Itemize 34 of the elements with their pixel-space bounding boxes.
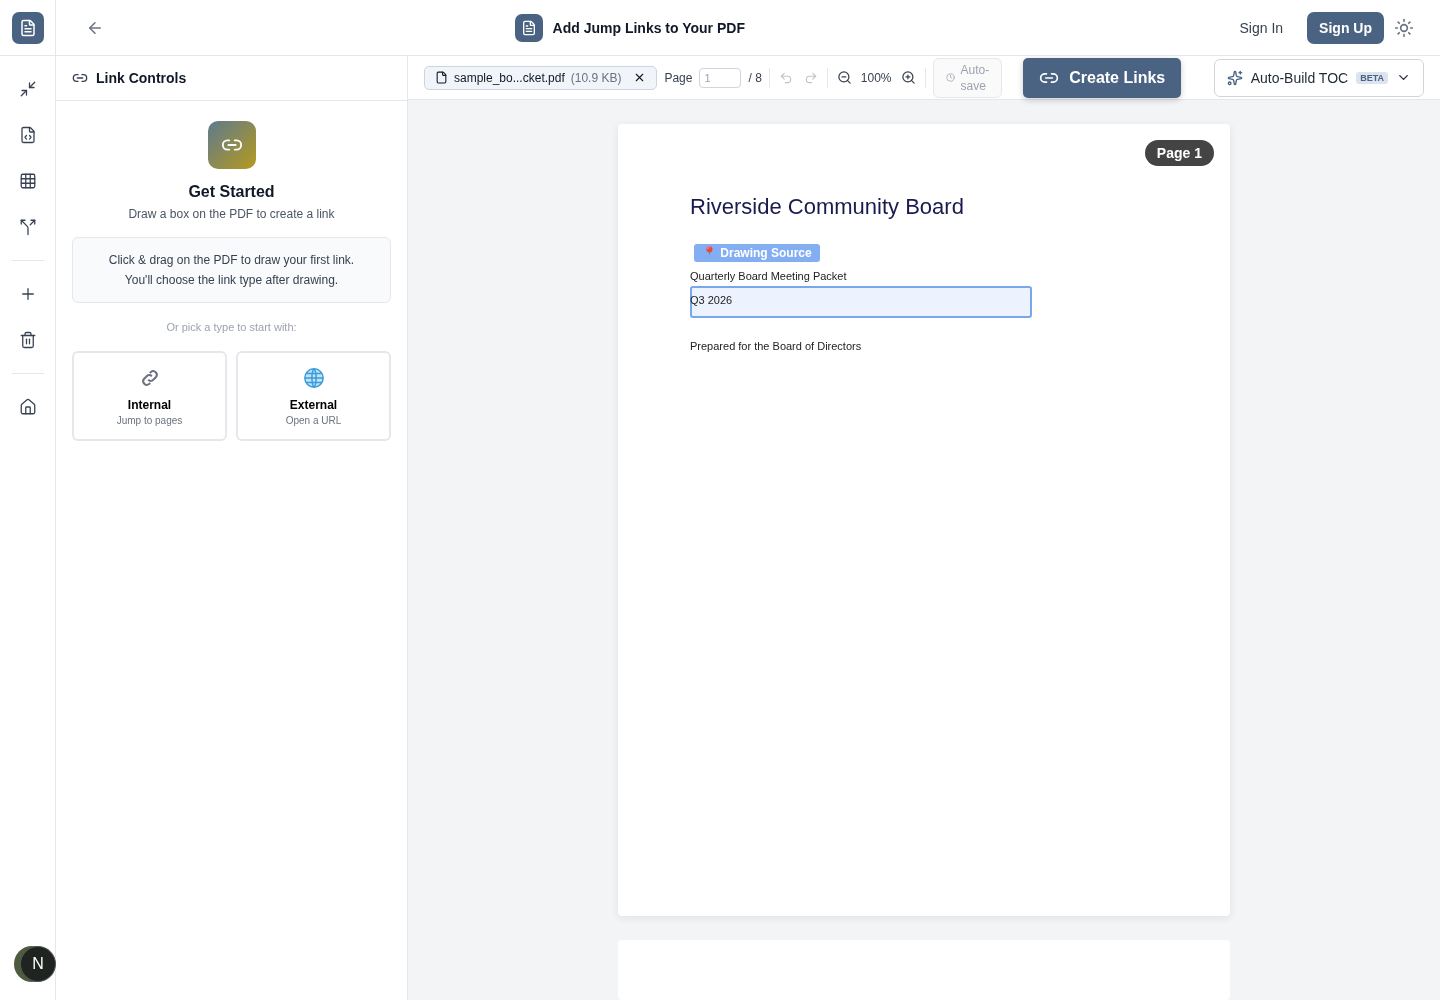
clock-icon <box>945 73 955 82</box>
zoom-level: 100% <box>860 70 892 85</box>
drawing-source-label: 📍 Drawing Source <box>694 244 820 262</box>
link-type-card[interactable]: External Open a URL <box>236 351 391 441</box>
document-title: Riverside Community Board <box>690 194 965 220</box>
page-total: / 8 <box>748 70 762 85</box>
document-text: Q3 2026 <box>690 294 734 306</box>
page-label: Page <box>664 70 693 85</box>
globe-icon <box>302 366 325 389</box>
file-chip[interactable]: sample_bo...cket.pdf (10.9 KB) <box>424 65 658 90</box>
pick-type-label: Or pick a type to start with: <box>166 321 297 333</box>
file-size: (10.9 KB) <box>570 70 622 85</box>
panel-title: Link Controls <box>96 70 187 86</box>
beta-badge: BETA <box>1356 71 1388 84</box>
link-tile-icon <box>207 121 256 169</box>
get-started-heading: Get Started <box>188 183 275 201</box>
sign-in-button[interactable]: Sign In <box>1233 18 1290 37</box>
document-text: Prepared for the Board of Directors <box>690 340 863 352</box>
create-links-button[interactable]: Create Links <box>1023 57 1182 98</box>
hint-text: Click & drag on the PDF to draw your first link. <box>107 252 356 269</box>
get-started-subtitle: Draw a box on the PDF to create a link <box>128 207 335 221</box>
document-text: Quarterly Board Meeting Packet <box>690 270 848 282</box>
link-type-card[interactable]: Internal Jump to pages <box>72 351 227 441</box>
hint-text: You'll choose the link type after drawing. <box>123 272 340 289</box>
app-logo[interactable] <box>11 11 44 44</box>
document-icon <box>514 13 543 42</box>
sparkles-icon <box>1226 69 1243 86</box>
page-title: Add Jump Links to Your PDF <box>552 19 745 36</box>
auto-build-toc-button[interactable]: Auto-Build TOC BETA <box>1213 58 1424 97</box>
page-badge: Page 1 <box>1144 140 1214 166</box>
file-name: sample_bo...cket.pdf <box>454 70 565 85</box>
file-icon <box>435 71 448 84</box>
pdf-page[interactable]: Page 1 Riverside Community Board 📍 Drawing Source Quarterly Board Meeting Packet Q3 2026 Prepared for the Board of Directors <box>618 124 1230 916</box>
sign-up-button[interactable]: Sign Up <box>1307 11 1384 44</box>
